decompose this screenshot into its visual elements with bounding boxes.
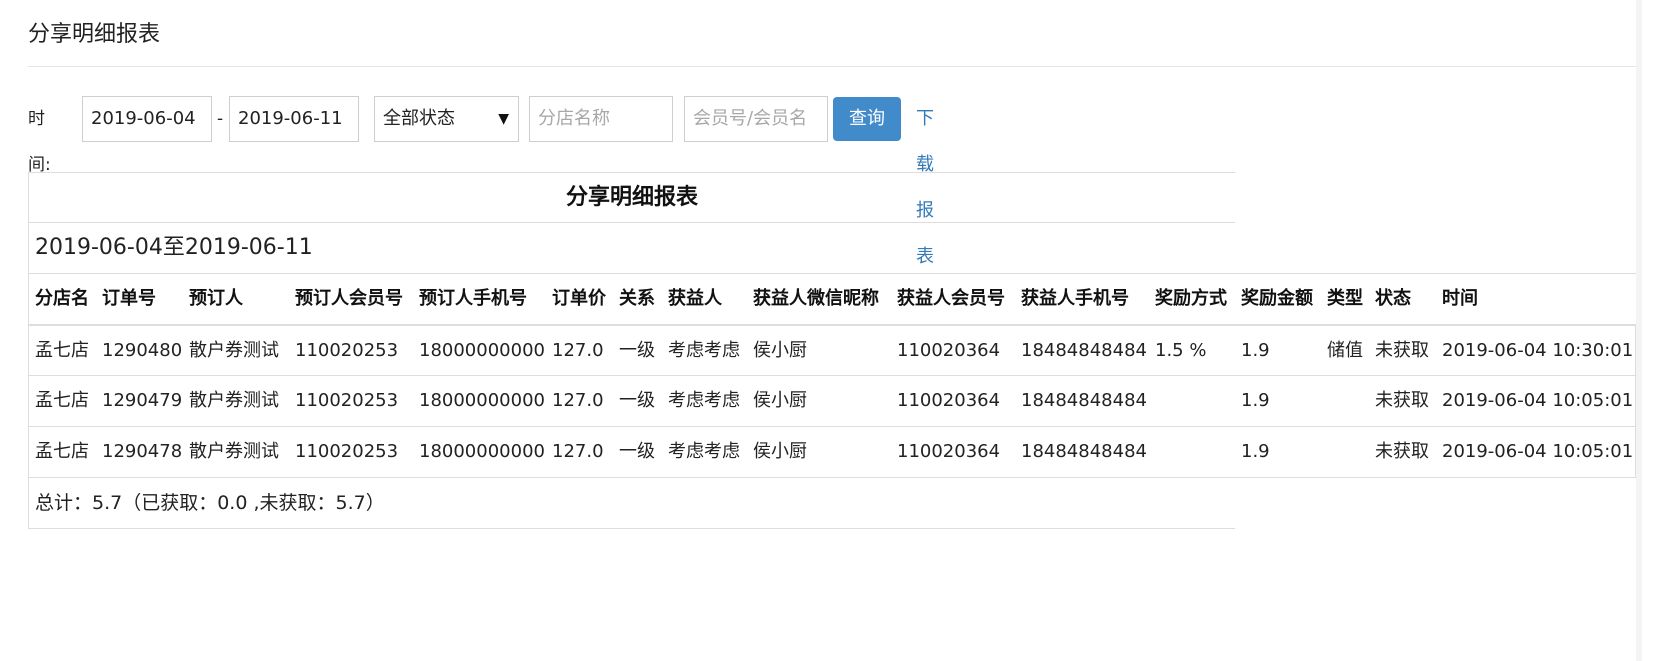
table-row: 孟七店 1290480 散户券测试 110020253 18000000000 127.0… [29,325,1636,376]
cell-booker-member-no: 110020253 [295,390,399,411]
cell-beneficiary: 考虑考虑 [668,390,740,411]
cell-time: 2019-06-04 10:30:01 [1442,340,1634,361]
cell-booker-member-no: 110020253 [295,441,399,462]
cell-booker-phone: 18000000000 [419,340,545,361]
column-header-beneficiary-nickname: 获益人微信昵称 [753,288,879,309]
column-header-order-price: 订单价 [552,288,606,309]
column-header-reward-method: 奖励方式 [1155,288,1227,309]
report-total: 总计：5.7（已获取：0.0 ,未获取：5.7） [28,478,1235,529]
cell-beneficiary: 考虑考虑 [668,340,740,361]
column-header-reward-amount: 奖励金额 [1241,288,1313,309]
cell-status: 未获取 [1375,340,1429,361]
column-header-booker-member-no: 预订人会员号 [295,288,403,309]
cell-booker: 散户券测试 [189,390,279,411]
cell-relation: 一级 [619,441,655,462]
table-row: 孟七店 1290478 散户券测试 110020253 18000000000 127.0… [29,427,1636,478]
end-date-input[interactable]: 2019-06-11 [229,96,359,142]
cell-branch: 孟七店 [35,441,89,462]
cell-branch: 孟七店 [35,390,89,411]
cell-reward-amount: 1.9 [1241,340,1270,361]
cell-order-price: 127.0 [552,340,604,361]
cell-booker: 散户券测试 [189,340,279,361]
cell-booker: 散户券测试 [189,441,279,462]
status-select-value: 全部状态 [383,108,455,129]
cell-reward-method: 1.5 % [1155,340,1207,361]
status-select[interactable]: 全部状态 ▼ [374,96,519,142]
table-row: 孟七店 1290479 散户券测试 110020253 18000000000 127.0… [29,376,1636,427]
scrollbar[interactable] [1636,0,1642,661]
cell-status: 未获取 [1375,441,1429,462]
column-header-beneficiary-member-no: 获益人会员号 [897,288,1005,309]
query-button[interactable]: 查询 [833,97,901,141]
cell-booker-member-no: 110020253 [295,340,399,361]
column-header-relation: 关系 [619,288,655,309]
cell-booker-phone: 18000000000 [419,441,545,462]
cell-booker-phone: 18000000000 [419,390,545,411]
cell-order-no: 1290479 [102,390,183,411]
cell-branch: 孟七店 [35,340,89,361]
column-header-beneficiary-phone: 获益人手机号 [1021,288,1129,309]
column-header-status: 状态 [1375,288,1411,309]
page-title: 分享明细报表 [28,22,161,47]
table-header-row: 分店名 订单号 预订人 预订人会员号 预订人手机号 订单价 关系 获益人 获益人微信昵称 获益人会… [29,274,1636,325]
cell-beneficiary-nickname: 侯小厨 [753,390,807,411]
cell-beneficiary-member-no: 110020364 [897,441,1001,462]
cell-relation: 一级 [619,340,655,361]
cell-beneficiary-phone: 18484848484 [1021,390,1147,411]
branch-name-input[interactable]: 分店名称 [529,96,673,142]
report-title: 分享明细报表 [28,172,1235,223]
cell-time: 2019-06-04 10:05:01 [1442,390,1634,411]
start-date-input[interactable]: 2019-06-04 [82,96,212,142]
cell-beneficiary-phone: 18484848484 [1021,340,1147,361]
cell-beneficiary-member-no: 110020364 [897,340,1001,361]
column-header-booker-phone: 预订人手机号 [419,288,527,309]
cell-type: 储值 [1327,340,1363,361]
report-table: 分享明细报表 2019-06-04至2019-06-11 分店名 订单号 预订人 预订… [28,172,1636,529]
date-separator: - [217,109,224,129]
cell-order-price: 127.0 [552,441,604,462]
cell-reward-amount: 1.9 [1241,390,1270,411]
cell-order-no: 1290480 [102,340,183,361]
cell-order-price: 127.0 [552,390,604,411]
cell-beneficiary: 考虑考虑 [668,441,740,462]
member-input[interactable]: 会员号/会员名 [684,96,828,142]
cell-beneficiary-nickname: 侯小厨 [753,441,807,462]
column-header-type: 类型 [1327,288,1363,309]
caret-down-icon: ▼ [498,111,509,127]
cell-relation: 一级 [619,390,655,411]
title-divider [28,66,1636,67]
column-header-order-no: 订单号 [102,288,156,309]
cell-beneficiary-nickname: 侯小厨 [753,340,807,361]
cell-reward-amount: 1.9 [1241,441,1270,462]
column-header-booker: 预订人 [189,288,243,309]
cell-order-no: 1290478 [102,441,183,462]
cell-status: 未获取 [1375,390,1429,411]
report-grid: 分店名 订单号 预订人 预订人会员号 预订人手机号 订单价 关系 获益人 获益人微信昵称 获益人会… [28,274,1636,478]
cell-beneficiary-member-no: 110020364 [897,390,1001,411]
cell-time: 2019-06-04 10:05:01 [1442,441,1634,462]
column-header-branch: 分店名 [35,288,89,309]
column-header-beneficiary: 获益人 [668,288,722,309]
column-header-time: 时间 [1442,288,1478,309]
cell-beneficiary-phone: 18484848484 [1021,441,1147,462]
report-date-range: 2019-06-04至2019-06-11 [28,223,1636,274]
